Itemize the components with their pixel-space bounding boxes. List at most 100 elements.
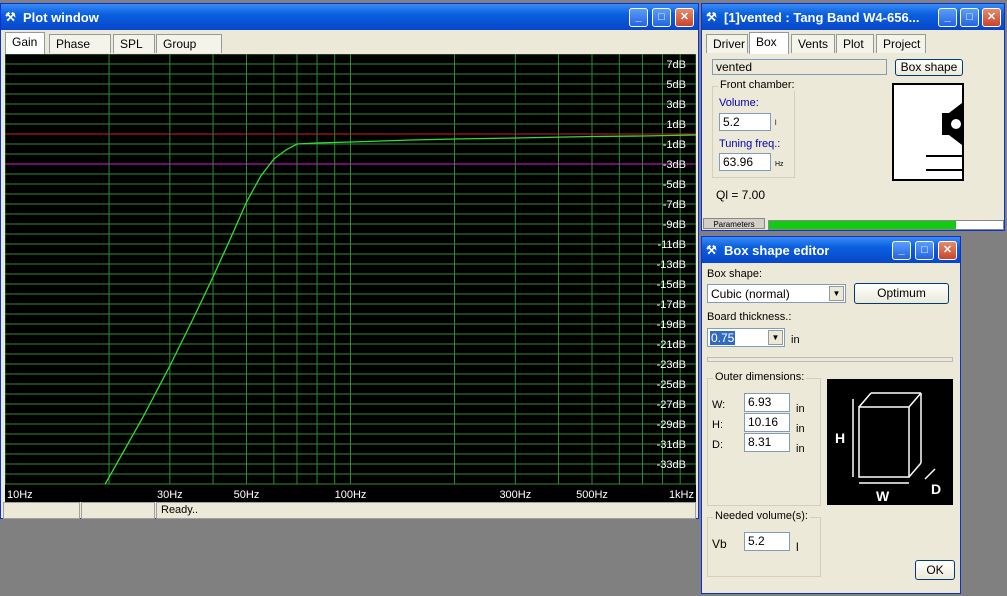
box-shape-label: Box shape: [707, 268, 763, 280]
y-tick-label: 1dB [666, 119, 686, 131]
y-tick-label: 3dB [666, 99, 686, 111]
gain-plot[interactable]: 7dB 5dB 3dB 1dB -1dB -3dB -5dB -7dB -9dB -11dB -13… [5, 54, 696, 502]
dropdown-arrow-icon[interactable]: ▼ [768, 330, 783, 345]
y-tick-label: -13dB [657, 259, 686, 271]
y-tick-label: -31dB [657, 439, 686, 451]
x-tick-label: 100Hz [335, 489, 367, 501]
dim-w-label: W: [712, 399, 726, 411]
parameters-tab[interactable]: Parameters [703, 218, 765, 229]
outer-dimensions-group: Outer dimensions: W: 6.93 in H: 10.16 in… [707, 371, 821, 506]
box-shape-button[interactable]: Box shape [895, 59, 963, 76]
tab-plot[interactable]: Plot [836, 34, 874, 53]
y-tick-label: -17dB [657, 299, 686, 311]
vb-label: Vb [712, 537, 727, 551]
box-editor-title: Box shape editor [724, 243, 830, 258]
dropdown-arrow-icon[interactable]: ▼ [829, 286, 844, 301]
vented-window-title: [1]vented : Tang Band W4-656... [724, 10, 920, 25]
plot-window-title: Plot window [23, 10, 99, 25]
progress-fill [769, 221, 957, 229]
maximize-button[interactable]: □ [652, 8, 671, 27]
close-button[interactable]: ✕ [938, 241, 957, 260]
y-tick-label: -11dB [657, 239, 686, 251]
tab-vents[interactable]: Vents [791, 34, 835, 53]
tab-group-delay[interactable]: Group delay [156, 34, 222, 70]
y-tick-label: -3dB [663, 159, 686, 171]
tuning-unit: Hz [775, 161, 784, 168]
tab-spl[interactable]: SPL [113, 34, 155, 53]
x-tick-label: 30Hz [157, 489, 183, 501]
plot-tabs: Gain Phase plot SPL Group delay [5, 32, 305, 70]
optimum-button[interactable]: Optimum [854, 283, 949, 304]
minimize-button[interactable]: _ [629, 8, 648, 27]
cube-diagram-icon: H W D [827, 379, 953, 505]
volume-label: Volume: [719, 97, 759, 109]
board-unit: in [791, 334, 800, 346]
board-thickness-value: 0.75 [710, 331, 736, 345]
cube-w-label: W [876, 488, 890, 504]
tab-gain[interactable]: Gain [5, 32, 45, 54]
vented-tabs: Driver Box Vents Plot Project [706, 32, 1002, 54]
tab-phase-plot[interactable]: Phase plot [49, 34, 111, 70]
dim-d-label: D: [712, 439, 723, 451]
volume-input[interactable]: 5.2 [719, 113, 771, 131]
tab-driver[interactable]: Driver [706, 34, 748, 53]
dim-h-unit: in [796, 423, 805, 435]
front-chamber-label: Front chamber: [718, 79, 797, 91]
wrench-icon: ⚒ [706, 243, 717, 257]
box-editor-titlebar[interactable]: ⚒ Box shape editor _ □ ✕ [702, 237, 960, 263]
dim-h-label: H: [712, 419, 723, 431]
x-tick-label: 300Hz [499, 489, 531, 501]
dim-w-unit: in [796, 403, 805, 415]
close-button[interactable]: ✕ [675, 8, 694, 27]
cube-d-label: D [931, 481, 941, 497]
status-bar: Ready.. [3, 502, 696, 519]
wrench-icon: ⚒ [706, 10, 717, 24]
plot-window: ⚒ Plot window _ □ ✕ Gain Phase plot SPL … [0, 3, 699, 519]
outer-dimensions-label: Outer dimensions: [713, 371, 807, 383]
minimize-button[interactable]: _ [892, 241, 911, 260]
y-tick-label: -7dB [663, 199, 686, 211]
y-tick-label: -15dB [657, 279, 686, 291]
ql-value: Ql = 7.00 [716, 188, 766, 202]
ok-button[interactable]: OK [915, 560, 955, 580]
status-text: Ready.. [156, 502, 696, 519]
box-shape-select[interactable]: Cubic (normal) ▼ [707, 284, 846, 303]
y-tick-label: -21dB [657, 339, 686, 351]
y-tick-label: -1dB [663, 139, 686, 151]
vented-window-titlebar[interactable]: ⚒ [1]vented : Tang Band W4-656... _ □ ✕ [702, 4, 1004, 30]
tab-box[interactable]: Box [749, 32, 789, 54]
y-tick-label: -29dB [657, 419, 686, 431]
status-cell-2 [81, 502, 155, 519]
x-tick-label: 50Hz [234, 489, 260, 501]
plot-window-titlebar[interactable]: ⚒ Plot window _ □ ✕ [1, 4, 698, 30]
x-tick-label: 10Hz [7, 489, 33, 501]
box-name-field[interactable]: vented [712, 59, 887, 75]
volume-unit: l [775, 120, 777, 127]
x-tick-label: 1kHz [669, 489, 694, 501]
box-shape-editor-window: ⚒ Box shape editor _ □ ✕ Box shape: Cubi… [701, 236, 961, 594]
board-thickness-label: Board thickness.: [707, 311, 792, 323]
dim-h-input[interactable]: 10.16 [744, 413, 790, 432]
vb-unit: l [796, 540, 799, 554]
box-diagram-icon [892, 83, 964, 181]
maximize-button[interactable]: □ [960, 8, 979, 27]
y-tick-label: -19dB [657, 319, 686, 331]
y-tick-label: 5dB [666, 79, 686, 91]
progress-bar [768, 220, 1004, 230]
maximize-button[interactable]: □ [915, 241, 934, 260]
tuning-label: Tuning freq.: [719, 138, 781, 150]
close-button[interactable]: ✕ [982, 8, 1001, 27]
status-cell-1 [3, 502, 80, 519]
separator [707, 357, 953, 362]
y-tick-label: -9dB [663, 219, 686, 231]
tuning-input[interactable]: 63.96 [719, 153, 771, 171]
vented-window: ⚒ [1]vented : Tang Band W4-656... _ □ ✕ … [701, 3, 1005, 231]
dim-w-input[interactable]: 6.93 [744, 393, 790, 412]
vb-input[interactable]: 5.2 [744, 532, 790, 551]
y-tick-label: 7dB [666, 59, 686, 71]
dim-d-input[interactable]: 8.31 [744, 433, 790, 452]
tab-project[interactable]: Project [876, 34, 926, 53]
wrench-icon: ⚒ [5, 10, 16, 24]
minimize-button[interactable]: _ [938, 8, 957, 27]
board-thickness-select[interactable]: 0.75 ▼ [707, 328, 785, 347]
